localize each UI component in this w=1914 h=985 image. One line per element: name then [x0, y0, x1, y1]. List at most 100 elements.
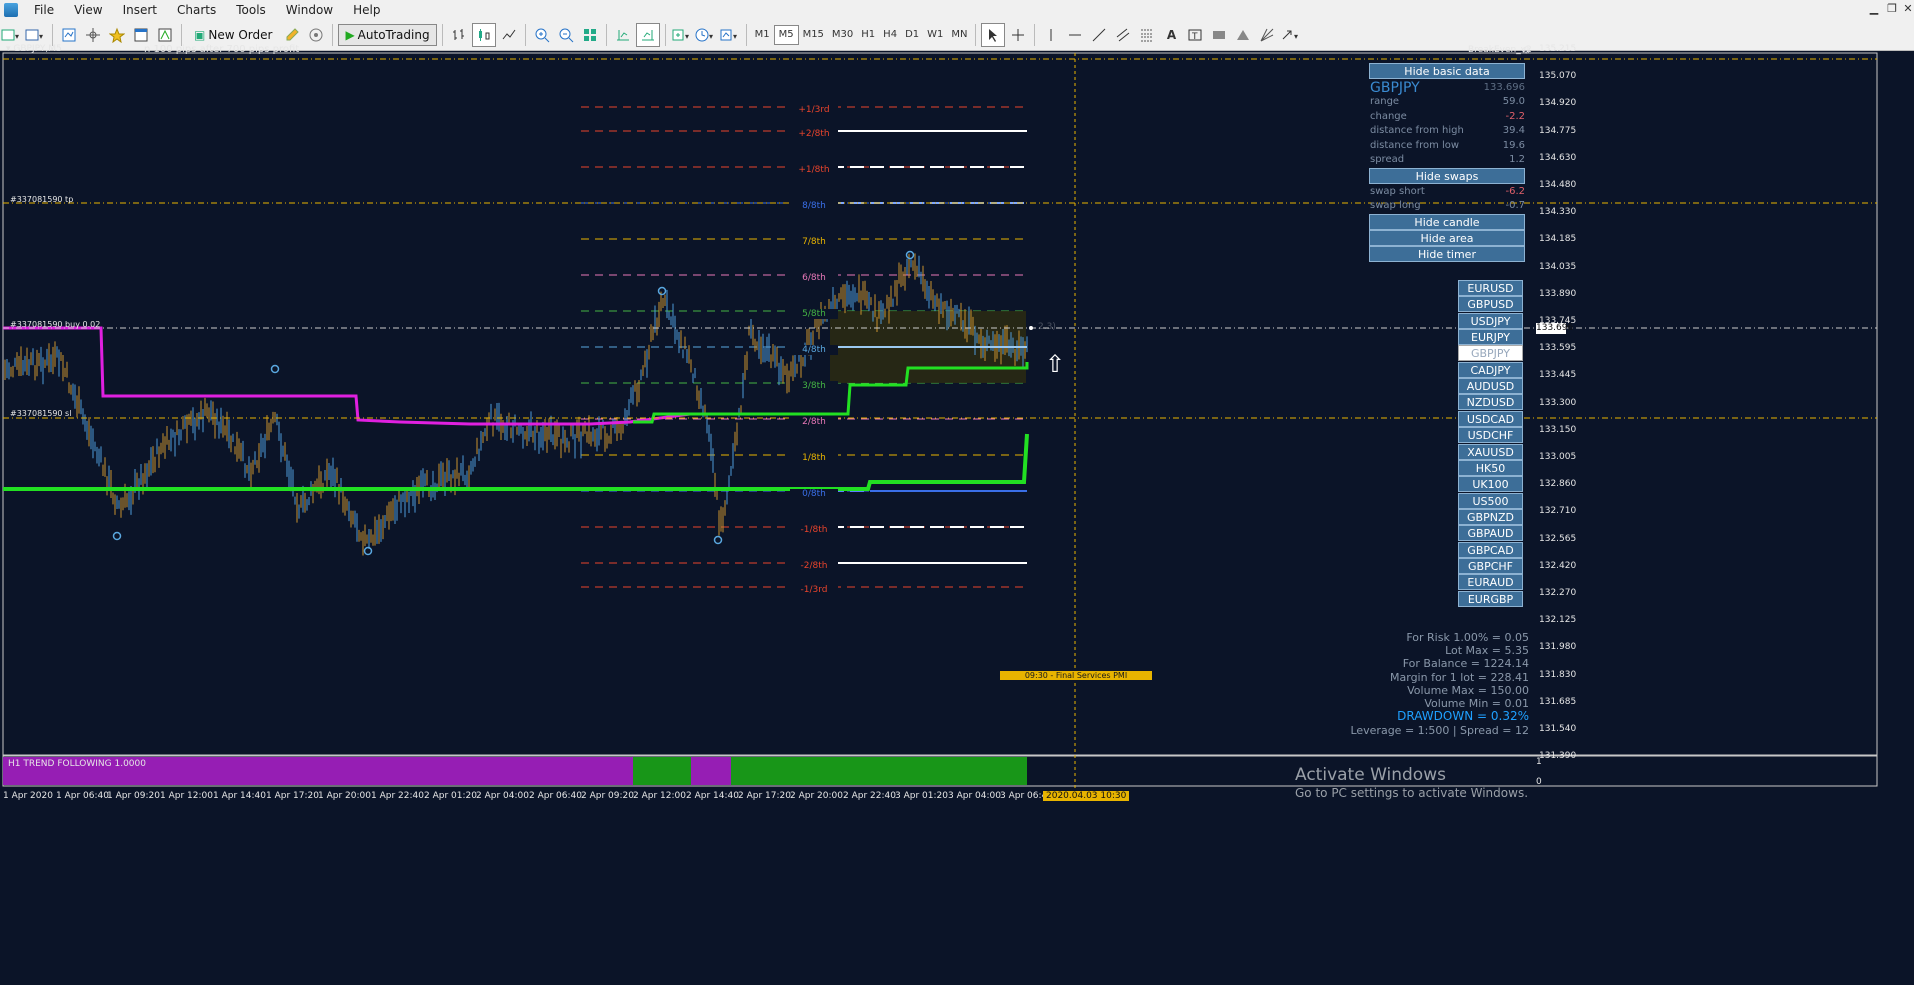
new-chart-icon[interactable]: ▾ [1, 24, 23, 46]
data-window-icon[interactable] [82, 24, 104, 46]
new-order-button[interactable]: ▣ New Order [187, 24, 279, 46]
symbol-button-eurgbp[interactable]: EURGBP [1458, 590, 1523, 607]
restore-icon[interactable]: ❐ [1884, 2, 1900, 15]
hide-swaps-button[interactable]: Hide swaps [1369, 168, 1525, 184]
timeframe-d1[interactable]: D1 [901, 26, 923, 44]
symbol-button-cadjpy[interactable]: CADJPY [1458, 361, 1523, 378]
fibonacci-icon[interactable] [1136, 24, 1158, 46]
crosshair-icon[interactable] [1007, 24, 1029, 46]
symbol-button-euraud[interactable]: EURAUD [1458, 574, 1523, 591]
symbol-button-gbpusd[interactable]: GBPUSD [1458, 296, 1523, 313]
triangle-icon[interactable] [1232, 24, 1254, 46]
order-tp-label[interactable]: #337081590 tp [10, 195, 73, 204]
horizontal-line-icon[interactable] [1064, 24, 1086, 46]
timeframe-h1[interactable]: H1 [857, 26, 879, 44]
toolbar-separator [181, 24, 182, 46]
symbol-button-nzdusd[interactable]: NZDUSD [1458, 394, 1523, 411]
tester-icon[interactable] [154, 24, 176, 46]
event-label[interactable]: 09:30 - Final Services PMI [1000, 671, 1152, 680]
menu-insert[interactable]: Insert [113, 0, 167, 20]
hide-candle-button[interactable]: Hide candle [1369, 214, 1525, 230]
symbol-button-xauusd[interactable]: XAUUSD [1458, 443, 1523, 460]
symbol-button-gbpchf[interactable]: GBPCHF [1458, 557, 1523, 574]
autotrading-button[interactable]: ▶ AutoTrading [338, 24, 437, 46]
symbol-button-usdcad[interactable]: USDCAD [1458, 410, 1523, 427]
cursor-icon[interactable] [981, 23, 1006, 47]
vertical-line-icon[interactable] [1040, 24, 1062, 46]
risk-line: Lot Max = 5.35 [1445, 644, 1529, 658]
menu-file[interactable]: File [24, 0, 64, 20]
autoscroll-icon[interactable] [635, 23, 660, 47]
timeframe-h4[interactable]: H4 [879, 26, 901, 44]
toolbar-separator [524, 24, 526, 46]
timeframe-m1[interactable]: M1 [751, 26, 774, 44]
rectangle-icon[interactable] [1208, 24, 1230, 46]
panel-row-label: change [1370, 110, 1407, 122]
symbol-button-audusd[interactable]: AUDUSD [1458, 378, 1523, 395]
symbol-button-gbpaud[interactable]: GBPAUD [1458, 525, 1523, 542]
chart-shift-icon[interactable] [612, 24, 634, 46]
timeframe-mn[interactable]: MN [947, 26, 971, 44]
timeframe-m5[interactable]: M5 [773, 25, 799, 45]
murrey-label: -2/8th [790, 561, 838, 571]
swap-value: -6.2 [1505, 186, 1525, 197]
line-chart-icon[interactable] [498, 24, 520, 46]
symbol-button-gbpcad[interactable]: GBPCAD [1458, 541, 1523, 558]
price-tick: 134.775 [1539, 125, 1577, 136]
close-icon[interactable]: ✕ [1900, 2, 1914, 15]
market-watch-icon[interactable] [58, 24, 80, 46]
timeframe-m15[interactable]: M15 [799, 26, 828, 44]
templates-icon[interactable]: ▾ [719, 24, 741, 46]
trendline-icon[interactable] [1088, 24, 1110, 46]
text-icon[interactable]: A [1160, 24, 1182, 46]
menu-view[interactable]: View [64, 0, 112, 20]
order-buy-label[interactable]: #337081590 buy 0.02 [10, 320, 100, 329]
gann-icon[interactable] [1256, 24, 1278, 46]
menu-charts[interactable]: Charts [167, 0, 226, 20]
symbol-button-eurusd[interactable]: EURUSD [1458, 280, 1523, 296]
profiles-icon[interactable]: ▾ [25, 24, 47, 46]
hide-basic-data-button[interactable]: Hide basic data [1369, 63, 1525, 79]
minimize-icon[interactable]: ▁ [1866, 2, 1882, 15]
price-tick: 134.330 [1539, 207, 1577, 218]
symbol-button-gbpjpy[interactable]: GBPJPY [1458, 345, 1523, 362]
metaeditor-icon[interactable] [281, 24, 303, 46]
terminal-icon[interactable] [130, 24, 152, 46]
symbol-button-hk50[interactable]: HK50 [1458, 459, 1523, 476]
symbol-button-usdchf[interactable]: USDCHF [1458, 427, 1523, 444]
toolbar-separator [441, 24, 443, 46]
symbol-button-eurjpy[interactable]: EURJPY [1458, 329, 1523, 346]
time-tick: 2 Apr 22:40 [843, 791, 896, 801]
symbol-button-uk100[interactable]: UK100 [1458, 476, 1523, 493]
bar-chart-icon[interactable] [448, 24, 470, 46]
periods-icon[interactable]: ▾ [695, 24, 717, 46]
signals-icon[interactable] [305, 24, 327, 46]
hide-timer-button[interactable]: Hide timer [1369, 246, 1525, 262]
time-tick: 1 Apr 17:20 [266, 791, 319, 801]
symbol-button-us500[interactable]: US500 [1458, 492, 1523, 509]
hide-area-button[interactable]: Hide area [1369, 230, 1525, 246]
menu-tools[interactable]: Tools [226, 0, 276, 20]
candlestick-chart-icon[interactable] [471, 23, 496, 47]
menu-help[interactable]: Help [343, 0, 390, 20]
symbol-button-usdjpy[interactable]: USDJPY [1458, 312, 1523, 329]
zoom-in-icon[interactable] [531, 24, 553, 46]
svg-text:▾: ▾ [15, 32, 19, 41]
symbol-button-gbpnzd[interactable]: GBPNZD [1458, 508, 1523, 525]
indicators-icon[interactable]: ▾ [671, 24, 693, 46]
price-chart[interactable] [0, 51, 1914, 985]
subwindow-scale-top: 1 [1536, 757, 1542, 767]
menu-window[interactable]: Window [276, 0, 343, 20]
order-sl-label[interactable]: #337081590 sl [10, 409, 71, 418]
arrows-icon[interactable]: ▾ [1280, 24, 1302, 46]
equidistant-channel-icon[interactable] [1112, 24, 1134, 46]
navigator-icon[interactable] [106, 24, 128, 46]
tile-windows-icon[interactable] [579, 24, 601, 46]
timeframe-w1[interactable]: W1 [923, 26, 947, 44]
zoom-out-icon[interactable] [555, 24, 577, 46]
price-tick: 135.215 [1539, 44, 1577, 54]
timeframe-m30[interactable]: M30 [828, 26, 857, 44]
risk-line: For Balance = 1224.14 [1402, 657, 1529, 671]
text-label-icon[interactable]: T [1184, 24, 1206, 46]
risk-line: For Risk 1.00% = 0.05 [1406, 631, 1529, 644]
